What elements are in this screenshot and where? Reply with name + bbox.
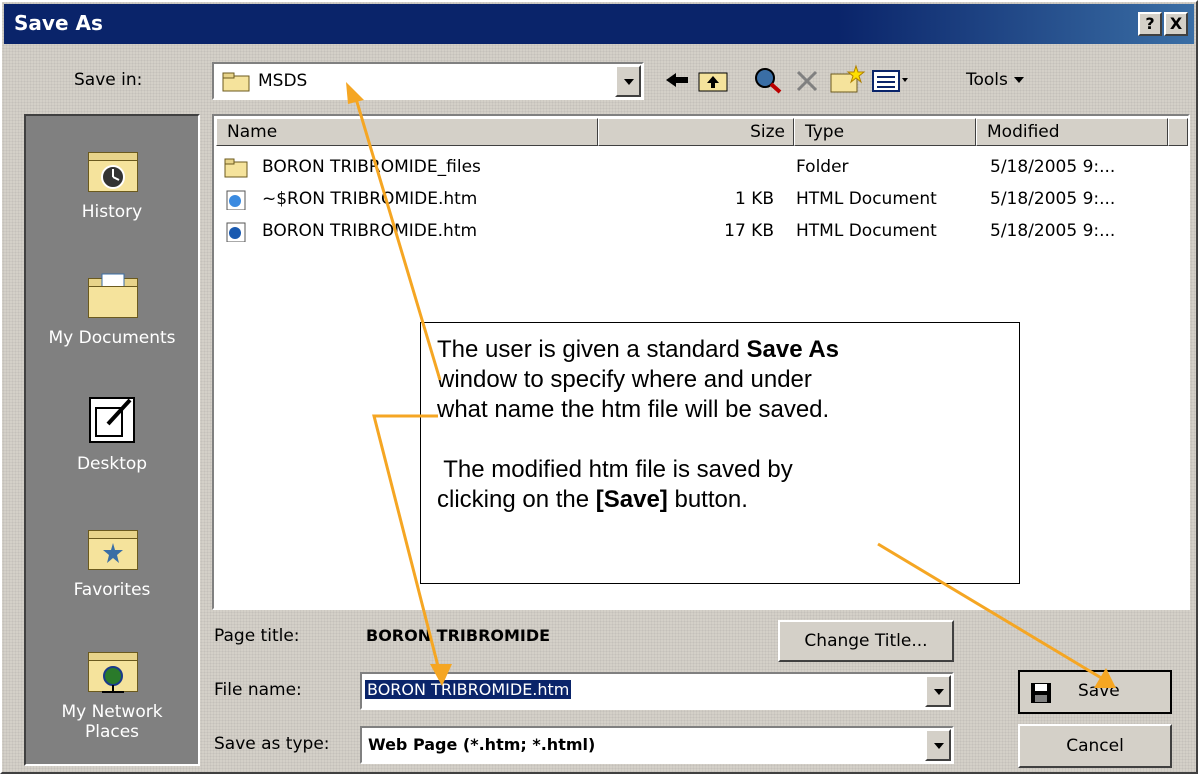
file-name-input[interactable]: BORON TRIBROMIDE.htm — [360, 672, 954, 710]
file-row[interactable]: BORON TRIBROMIDE.htm 17 KB HTML Document… — [218, 216, 1178, 246]
help-button[interactable]: ? — [1138, 12, 1162, 36]
place-label: Favorites — [73, 580, 151, 600]
file-type: Folder — [796, 157, 849, 177]
place-my-documents[interactable]: My Documents — [26, 268, 198, 348]
cancel-button[interactable]: Cancel — [1018, 724, 1172, 768]
save-as-type-label: Save as type: — [214, 734, 330, 754]
folder-icon — [222, 72, 250, 92]
column-header-filler — [1168, 118, 1188, 146]
search-web-icon[interactable] — [750, 64, 786, 96]
tools-menu[interactable]: Tools — [966, 64, 1048, 96]
annotation-text: button. — [667, 486, 748, 513]
page-title-value: BORON TRIBROMIDE — [366, 626, 551, 645]
column-header-size[interactable]: Size — [598, 118, 794, 146]
file-modified: 5/18/2005 9:... — [990, 221, 1116, 241]
place-history[interactable]: History — [26, 142, 198, 222]
save-button[interactable]: Save — [1018, 670, 1172, 714]
column-header-modified[interactable]: Modified — [976, 118, 1168, 146]
column-header-name[interactable]: Name — [216, 118, 598, 146]
file-row[interactable]: BORON TRIBROMIDE_files Folder 5/18/2005 … — [218, 152, 1178, 182]
place-desktop[interactable]: Desktop — [26, 394, 198, 474]
file-name-value: BORON TRIBROMIDE.htm — [365, 680, 572, 699]
place-label: Desktop — [76, 454, 148, 474]
place-label-line2: Places — [84, 722, 140, 742]
html-document-icon — [226, 190, 246, 210]
file-name-label: File name: — [214, 680, 302, 700]
file-size: 17 KB — [724, 221, 774, 241]
back-arrow-icon[interactable] — [662, 64, 692, 96]
annotation-text: window to specify where and under — [437, 366, 812, 393]
file-type: HTML Document — [796, 189, 937, 209]
file-name: ~$RON TRIBROMIDE.htm — [262, 189, 478, 209]
desktop-icon — [84, 394, 140, 446]
annotation-text: The modified htm file is saved by — [437, 456, 793, 483]
title-bar[interactable]: Save As ? X — [4, 4, 1194, 44]
save-as-type-select[interactable]: Web Page (*.htm; *.html) — [360, 726, 954, 764]
up-folder-icon[interactable] — [696, 64, 730, 96]
place-favorites[interactable]: Favorites — [26, 520, 198, 600]
column-header-type[interactable]: Type — [794, 118, 976, 146]
save-button-label: Save — [1078, 681, 1120, 701]
file-modified: 5/18/2005 9:... — [990, 189, 1116, 209]
save-in-combo[interactable]: MSDS — [212, 62, 644, 100]
favorites-icon — [84, 520, 140, 572]
place-label: My Documents — [48, 328, 176, 348]
save-in-dropdown-button[interactable] — [615, 65, 641, 97]
folder-icon — [224, 158, 248, 178]
file-name: BORON TRIBROMIDE.htm — [262, 221, 478, 241]
places-bar: History My Documents Desktop Favorites M… — [24, 114, 200, 766]
file-name-dropdown-button[interactable] — [925, 675, 951, 707]
network-places-icon — [84, 642, 140, 694]
tools-label: Tools — [966, 70, 1008, 90]
place-my-network-places[interactable]: My Network Places — [26, 642, 198, 742]
save-as-type-dropdown-button[interactable] — [925, 729, 951, 761]
place-label: History — [81, 202, 143, 222]
file-type: HTML Document — [796, 221, 937, 241]
save-as-dialog: Save As ? X Save in: MSDS Tools History … — [0, 0, 1198, 774]
save-in-label: Save in: — [74, 70, 143, 90]
views-icon[interactable] — [870, 64, 910, 96]
new-folder-icon[interactable] — [828, 64, 866, 96]
close-button[interactable]: X — [1164, 12, 1188, 36]
delete-icon[interactable] — [790, 64, 824, 96]
file-modified: 5/18/2005 9:... — [990, 157, 1116, 177]
annotation-bold-text: [Save] — [595, 486, 668, 513]
save-as-type-value: Web Page (*.htm; *.html) — [368, 735, 596, 754]
file-row[interactable]: ~$RON TRIBROMIDE.htm 1 KB HTML Document … — [218, 184, 1178, 214]
my-documents-icon — [84, 268, 140, 320]
annotation-text: what name the htm file will be saved. — [437, 396, 830, 423]
file-size: 1 KB — [734, 189, 774, 209]
page-title-label: Page title: — [214, 626, 300, 646]
place-label: My Network — [61, 702, 163, 722]
save-in-value: MSDS — [258, 71, 308, 91]
history-icon — [84, 142, 140, 194]
window-title: Save As — [14, 11, 103, 35]
annotation-bold-text: Save As — [746, 336, 840, 363]
annotation-text: clicking on the — [437, 486, 596, 513]
annotation-text: The user is given a standard — [437, 336, 747, 363]
save-disk-icon — [1031, 683, 1051, 703]
file-name: BORON TRIBROMIDE_files — [262, 157, 481, 177]
html-document-icon — [226, 222, 246, 242]
change-title-button[interactable]: Change Title... — [778, 620, 954, 662]
annotation-callout: The user is given a standard Save As win… — [420, 322, 1020, 584]
